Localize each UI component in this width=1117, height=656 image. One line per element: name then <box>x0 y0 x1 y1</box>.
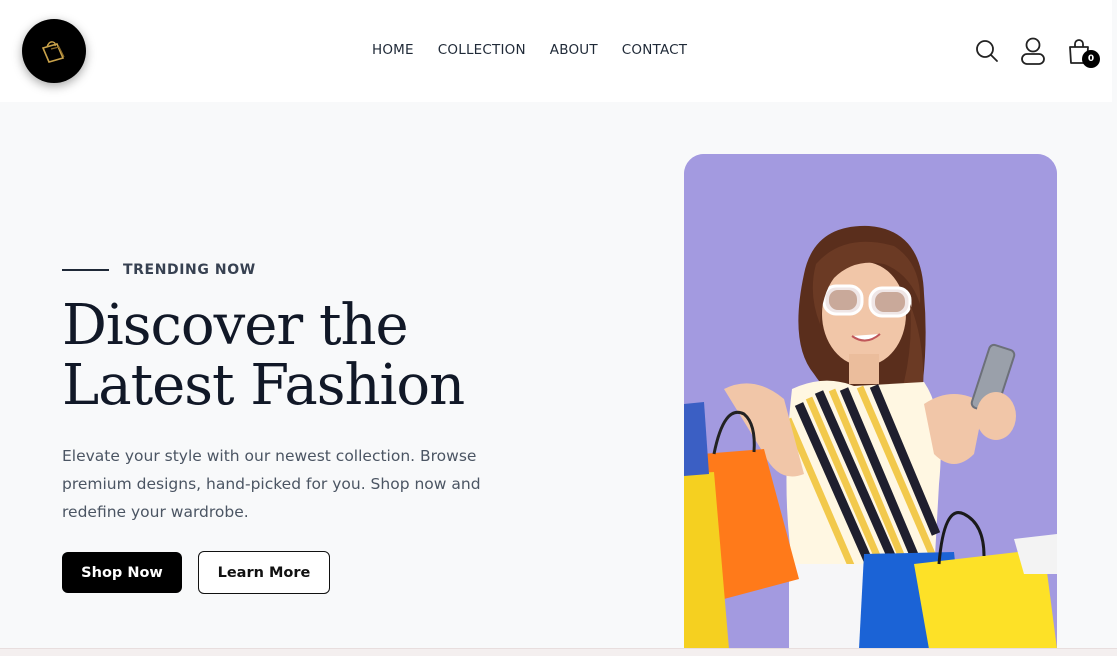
hero-description: Elevate your style with our newest colle… <box>62 447 481 521</box>
hero-headline: Discover the Latest Fashion <box>62 296 542 416</box>
header-actions: 0 <box>974 36 1100 68</box>
cart-count-badge: 0 <box>1082 50 1100 68</box>
nav-home[interactable]: HOME <box>372 42 414 58</box>
nav-about[interactable]: ABOUT <box>550 42 598 58</box>
eyebrow-text: TRENDING NOW <box>123 262 256 278</box>
user-icon[interactable] <box>1020 36 1046 66</box>
shop-now-button[interactable]: Shop Now <box>62 552 182 593</box>
hero-image <box>684 154 1057 649</box>
fashion-model-illustration <box>684 154 1057 649</box>
section-divider <box>0 648 1117 656</box>
hero-cta-group: Shop Now Learn More <box>62 551 542 594</box>
hero-content: TRENDING NOW Discover the Latest Fashion… <box>62 262 542 594</box>
main-nav: HOME COLLECTION ABOUT CONTACT <box>372 42 687 58</box>
eyebrow: TRENDING NOW <box>62 262 542 278</box>
eyebrow-divider <box>62 269 109 271</box>
headline-line-1: Discover the <box>62 293 409 358</box>
headline-line-2: Latest Fashion <box>62 353 465 418</box>
site-header: HOME COLLECTION ABOUT CONTACT 0 <box>0 0 1112 102</box>
shopping-bag-icon[interactable]: 0 <box>1066 36 1100 68</box>
nav-collection[interactable]: COLLECTION <box>438 42 526 58</box>
bag-logo-icon <box>41 41 65 63</box>
nav-contact[interactable]: CONTACT <box>622 42 687 58</box>
search-icon[interactable] <box>974 36 1000 66</box>
learn-more-button[interactable]: Learn More <box>198 551 330 594</box>
brand-logo[interactable] <box>22 19 86 83</box>
